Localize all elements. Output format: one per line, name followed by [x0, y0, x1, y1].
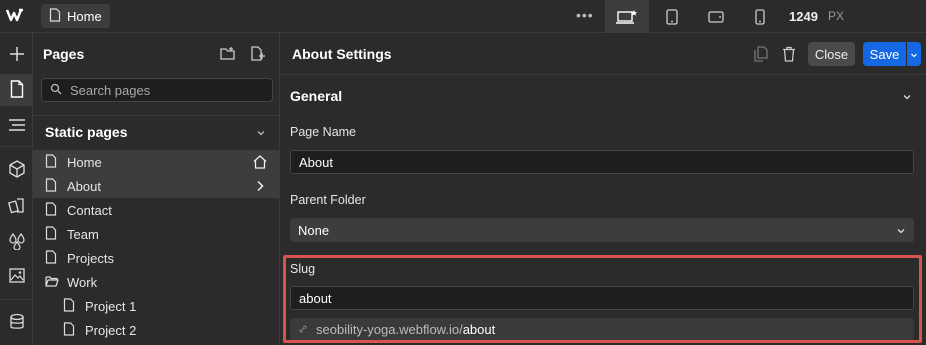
tablet-icon	[666, 8, 678, 25]
left-toolbar	[0, 33, 33, 345]
page-item-projects[interactable]: Projects	[33, 246, 280, 270]
page-icon	[45, 154, 59, 170]
slug-input[interactable]	[290, 286, 914, 310]
page-icon	[45, 226, 59, 242]
page-icon	[45, 178, 59, 194]
settings-divider	[280, 74, 926, 75]
chevron-down-icon	[256, 125, 266, 141]
page-icon	[49, 7, 61, 25]
cms-icon	[9, 313, 25, 334]
add-panel-button[interactable]	[0, 39, 33, 71]
canvas-width-value[interactable]: 1249	[789, 9, 818, 24]
variables-panel-button[interactable]	[0, 226, 33, 258]
page-item-label: Contact	[67, 202, 112, 218]
page-settings-panel: About Settings Close Save General Page N…	[280, 33, 926, 345]
static-pages-title: Static pages	[45, 123, 128, 140]
more-dots-icon[interactable]: •••	[576, 7, 594, 23]
page-item-label: Project 2	[85, 322, 137, 338]
search-pages-input[interactable]	[70, 82, 260, 98]
new-folder-icon	[219, 47, 237, 66]
url-path: about	[462, 321, 496, 337]
page-icon	[45, 250, 59, 266]
toolbar-divider	[0, 146, 33, 147]
chevron-down-icon	[910, 47, 918, 62]
pages-panel-title: Pages	[43, 46, 85, 62]
breakpoint-mobile-portrait[interactable]	[738, 0, 782, 33]
close-button[interactable]: Close	[808, 42, 855, 66]
page-item-project-1[interactable]: Project 1	[33, 294, 280, 318]
current-page-label: Home	[67, 8, 102, 24]
breakpoint-tablet[interactable]	[650, 0, 694, 33]
add-icon	[8, 45, 26, 66]
duplicate-page-button[interactable]	[752, 45, 770, 63]
page-item-label: Home	[67, 154, 102, 170]
page-item-home[interactable]: Home	[33, 150, 280, 174]
folder-open-icon	[45, 274, 59, 290]
canvas-width-unit: PX	[828, 9, 845, 23]
page-item-label: Project 1	[85, 298, 137, 314]
components-icon	[8, 159, 26, 181]
page-icon	[63, 298, 77, 314]
style-selectors-panel-button[interactable]	[0, 190, 33, 222]
pages-panel: Pages Static pages Home About Contact Team P…	[33, 33, 280, 345]
page-item-label: About	[67, 178, 101, 194]
top-bar: Home ••• 1249 PX	[0, 0, 926, 33]
breakpoint-desktop-base[interactable]	[605, 0, 649, 33]
current-page-selector[interactable]: Home	[41, 4, 110, 28]
duplicate-icon	[752, 46, 770, 66]
search-icon	[50, 83, 62, 98]
link-icon	[298, 322, 308, 337]
static-pages-section-header[interactable]: Static pages	[33, 115, 280, 147]
general-section-title[interactable]: General	[290, 88, 342, 104]
parent-folder-select[interactable]: None	[290, 218, 914, 242]
mobile-portrait-icon	[755, 8, 765, 25]
page-url-preview[interactable]: seobility-yoga.webflow.io/about	[290, 318, 914, 340]
page-item-team[interactable]: Team	[33, 222, 280, 246]
breakpoint-mobile-landscape[interactable]	[694, 0, 738, 33]
slug-label: Slug	[290, 262, 316, 276]
page-icon	[45, 202, 59, 218]
page-name-label: Page Name	[290, 125, 357, 139]
page-item-label: Work	[67, 274, 98, 290]
parent-folder-value: None	[298, 222, 330, 238]
delete-page-button[interactable]	[780, 45, 798, 63]
page-item-project-2[interactable]: Project 2	[33, 318, 280, 342]
webflow-logo-icon[interactable]	[5, 8, 26, 24]
settings-title: About Settings	[292, 46, 392, 62]
folder-item-work[interactable]: Work	[33, 270, 280, 294]
variables-icon	[8, 232, 26, 253]
trash-icon	[780, 46, 798, 66]
page-icon	[63, 322, 77, 338]
pages-icon	[10, 79, 24, 101]
chevron-down-icon[interactable]	[902, 90, 912, 105]
mobile-landscape-icon	[708, 10, 724, 23]
toolbar-divider	[0, 299, 33, 300]
save-button[interactable]: Save	[863, 42, 906, 66]
chevron-right-icon[interactable]	[252, 178, 268, 197]
search-pages-field[interactable]	[41, 78, 273, 102]
pages-panel-button[interactable]	[0, 74, 33, 106]
components-panel-button[interactable]	[0, 154, 33, 186]
save-options-button[interactable]	[907, 42, 921, 66]
assets-panel-button[interactable]	[0, 260, 33, 292]
page-name-input[interactable]	[290, 150, 914, 174]
cms-panel-button[interactable]	[0, 307, 33, 339]
desktop-base-icon	[616, 9, 638, 25]
new-page-icon	[249, 46, 267, 66]
parent-folder-label: Parent Folder	[290, 193, 366, 207]
new-folder-button[interactable]	[219, 45, 237, 63]
chevron-down-icon	[896, 224, 906, 239]
assets-icon	[8, 266, 26, 287]
page-item-label: Team	[67, 226, 99, 242]
page-item-label: Projects	[67, 250, 114, 266]
navigator-panel-button[interactable]	[0, 110, 33, 142]
home-icon	[252, 154, 268, 173]
style-selectors-icon	[7, 196, 26, 217]
new-page-button[interactable]	[249, 45, 267, 63]
navigator-icon	[8, 118, 26, 135]
page-item-about[interactable]: About	[33, 174, 280, 198]
url-domain: seobility-yoga.webflow.io/	[316, 321, 463, 337]
page-item-contact[interactable]: Contact	[33, 198, 280, 222]
